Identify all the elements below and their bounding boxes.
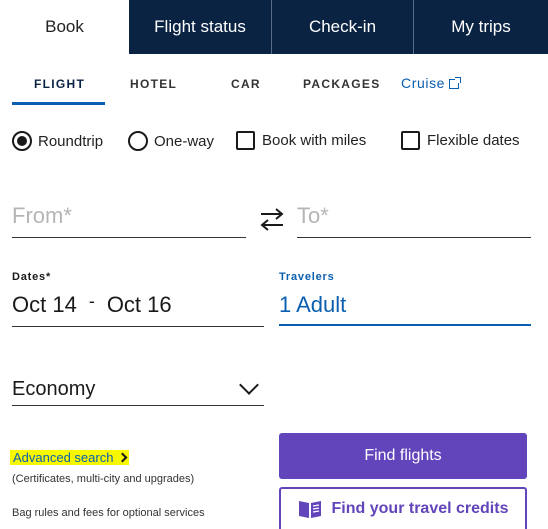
travelers-value: 1 Adult [279, 292, 347, 317]
find-flights-button[interactable]: Find flights [279, 433, 527, 479]
checkbox-icon [401, 131, 420, 150]
depart-date[interactable]: Oct 14 [12, 292, 77, 318]
chevron-down-icon [239, 375, 259, 395]
tab-book[interactable]: Book [0, 0, 129, 54]
chevron-right-icon [118, 452, 128, 463]
travelers-label: Travelers [279, 271, 335, 283]
radio-unchecked-icon [128, 131, 148, 151]
to-placeholder: To* [297, 203, 329, 228]
subtab-cruise[interactable]: Cruise [401, 75, 462, 91]
date-separator: - [88, 290, 95, 311]
advanced-search-link[interactable]: Advanced search [10, 450, 130, 465]
cabin-select[interactable]: Economy [12, 374, 264, 406]
tab-check-in[interactable]: Check-in [271, 0, 413, 54]
book-with-miles-checkbox[interactable]: Book with miles [236, 131, 366, 150]
dates-field[interactable]: Oct 14 - Oct 16 [12, 290, 172, 318]
one-way-label: One-way [154, 132, 215, 150]
external-link-icon [449, 77, 462, 89]
subtab-cruise-label: Cruise [401, 75, 446, 91]
book-icon [298, 501, 321, 518]
from-field[interactable]: From* [12, 196, 246, 238]
find-travel-credits-button[interactable]: Find your travel credits [279, 487, 527, 529]
to-field[interactable]: To* [297, 196, 531, 238]
dates-label: Dates* [12, 271, 52, 283]
find-travel-credits-label: Find your travel credits [331, 500, 509, 517]
cabin-value: Economy [12, 378, 96, 400]
book-with-miles-label: Book with miles [262, 132, 367, 149]
tab-my-trips[interactable]: My trips [413, 0, 548, 54]
subtab-hotel[interactable]: HOTEL [130, 77, 177, 91]
swap-icon[interactable] [258, 206, 286, 232]
tab-flight-status[interactable]: Flight status [129, 0, 271, 54]
roundtrip-radio[interactable]: Roundtrip [12, 131, 103, 151]
subtab-car[interactable]: CAR [231, 77, 261, 91]
subtab-flight[interactable]: FLIGHT [34, 77, 85, 91]
top-tab-bar: Book Flight status Check-in My trips [0, 0, 548, 54]
from-placeholder: From* [12, 203, 72, 228]
flexible-dates-label: Flexible dates [427, 132, 520, 149]
roundtrip-label: Roundtrip [38, 132, 104, 150]
active-tab-indicator [12, 102, 105, 105]
radio-checked-icon [12, 131, 32, 151]
one-way-radio[interactable]: One-way [128, 131, 214, 151]
advanced-search-note: (Certificates, multi-city and upgrades) [12, 473, 195, 485]
advanced-search-label: Advanced search [13, 450, 114, 465]
return-date[interactable]: Oct 16 [107, 292, 172, 318]
dates-underline [12, 326, 264, 327]
booking-type-tabs: FLIGHT HOTEL CAR PACKAGES Cruise [12, 75, 532, 105]
subtab-packages[interactable]: PACKAGES [303, 77, 381, 91]
travelers-field[interactable]: 1 Adult [279, 284, 531, 326]
checkbox-icon [236, 131, 255, 150]
bag-rules-link[interactable]: Bag rules and fees for optional services [12, 507, 205, 519]
flexible-dates-checkbox[interactable]: Flexible dates [401, 131, 520, 150]
